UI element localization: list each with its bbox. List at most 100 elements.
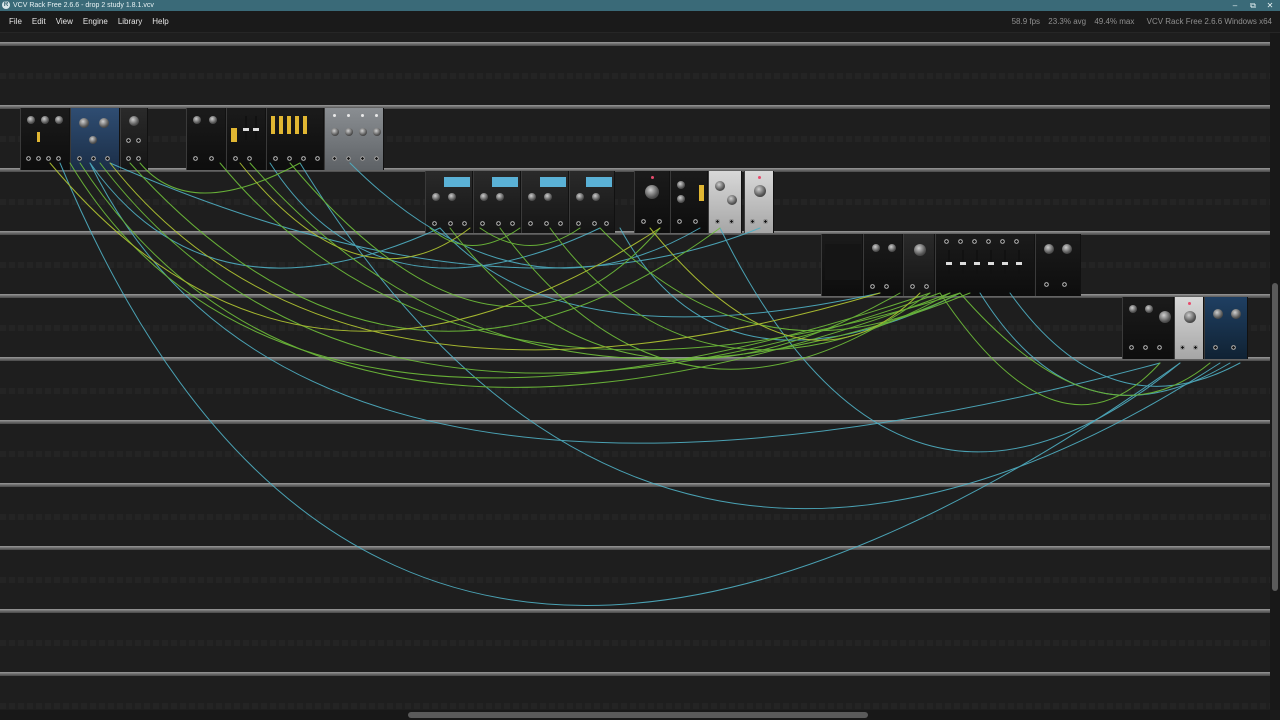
jack[interactable] [480,221,485,226]
jack[interactable] [374,156,379,161]
module-wavetable-osc-1[interactable] [425,171,473,233]
rack-canvas[interactable] [0,33,1270,710]
jack[interactable] [193,156,198,161]
jack[interactable] [432,221,437,226]
menu-file[interactable]: File [4,11,27,32]
fader[interactable] [1002,250,1008,274]
knob[interactable] [1159,311,1171,323]
jack[interactable] [209,156,214,161]
jack[interactable] [233,156,238,161]
jack[interactable] [46,156,51,161]
jack[interactable] [510,221,515,226]
horizontal-scroll-thumb[interactable] [408,712,868,718]
knob[interactable] [193,116,201,124]
menu-view[interactable]: View [51,11,78,32]
jack[interactable] [884,284,889,289]
module-clock[interactable] [186,108,226,170]
jack[interactable] [1193,345,1198,350]
module-step-sequencer[interactable] [266,108,324,170]
knob[interactable] [1062,244,1072,254]
module-envelope[interactable] [670,171,708,233]
module-effect[interactable] [903,234,935,296]
knob[interactable] [1145,305,1153,313]
jack[interactable] [958,239,963,244]
module-scope[interactable] [863,234,903,296]
jack[interactable] [1143,345,1148,350]
fader[interactable] [988,250,994,274]
jack[interactable] [136,138,141,143]
knob[interactable] [754,185,766,197]
knob[interactable] [888,244,896,252]
knob[interactable] [677,195,685,203]
fader[interactable] [243,116,249,140]
knob[interactable] [99,118,109,128]
jack[interactable] [910,284,915,289]
jack[interactable] [287,156,292,161]
jack[interactable] [1180,345,1185,350]
jack[interactable] [715,219,720,224]
knob[interactable] [129,116,139,126]
module-wavetable-osc-2[interactable] [473,171,521,233]
knob[interactable] [448,193,456,201]
knob[interactable] [1231,309,1241,319]
module-mixer-faders[interactable] [226,108,266,170]
knob[interactable] [432,193,440,201]
jack[interactable] [1213,345,1218,350]
module-sequencer-small[interactable] [1122,297,1174,359]
jack[interactable] [136,156,141,161]
jack[interactable] [56,156,61,161]
module-sequencer[interactable] [20,108,70,170]
minimize-button[interactable]: – [1225,0,1245,11]
knob[interactable] [1184,311,1196,323]
jack[interactable] [1014,239,1019,244]
jack[interactable] [1231,345,1236,350]
knob[interactable] [89,136,97,144]
jack[interactable] [677,219,682,224]
knob[interactable] [496,193,504,201]
module-oscillator-blue[interactable] [70,108,120,170]
module-output[interactable] [1035,234,1081,296]
jack[interactable] [315,156,320,161]
knob[interactable] [715,181,725,191]
fader[interactable] [1016,250,1022,274]
close-button[interactable]: ✕ [1260,0,1280,11]
menu-library[interactable]: Library [113,11,147,32]
jack[interactable] [729,219,734,224]
fader[interactable] [974,250,980,274]
knob[interactable] [55,116,63,124]
jack[interactable] [105,156,110,161]
jack[interactable] [641,219,646,224]
knob[interactable] [528,193,536,201]
knob[interactable] [727,195,737,205]
knob[interactable] [41,116,49,124]
jack[interactable] [592,221,597,226]
jack[interactable] [1129,345,1134,350]
knob[interactable] [331,128,339,136]
knob[interactable] [645,185,659,199]
knob[interactable] [209,116,217,124]
knob[interactable] [345,128,353,136]
module-quad-vca[interactable] [324,108,384,170]
knob[interactable] [544,193,552,201]
vertical-scroll-thumb[interactable] [1272,283,1278,591]
fader[interactable] [960,250,966,274]
jack[interactable] [528,221,533,226]
fader[interactable] [253,116,259,140]
jack[interactable] [26,156,31,161]
menu-help[interactable]: Help [147,11,173,32]
module-visual[interactable] [1204,297,1248,359]
knob[interactable] [592,193,600,201]
module-mixer-main[interactable] [935,234,1035,296]
jack[interactable] [247,156,252,161]
knob[interactable] [1044,244,1054,254]
jack[interactable] [448,221,453,226]
jack[interactable] [657,219,662,224]
module-wavetable-osc-3[interactable] [521,171,569,233]
jack[interactable] [1157,345,1162,350]
jack[interactable] [604,221,609,226]
knob[interactable] [359,128,367,136]
jack[interactable] [36,156,41,161]
knob[interactable] [373,128,381,136]
jack[interactable] [1044,282,1049,287]
jack[interactable] [986,239,991,244]
